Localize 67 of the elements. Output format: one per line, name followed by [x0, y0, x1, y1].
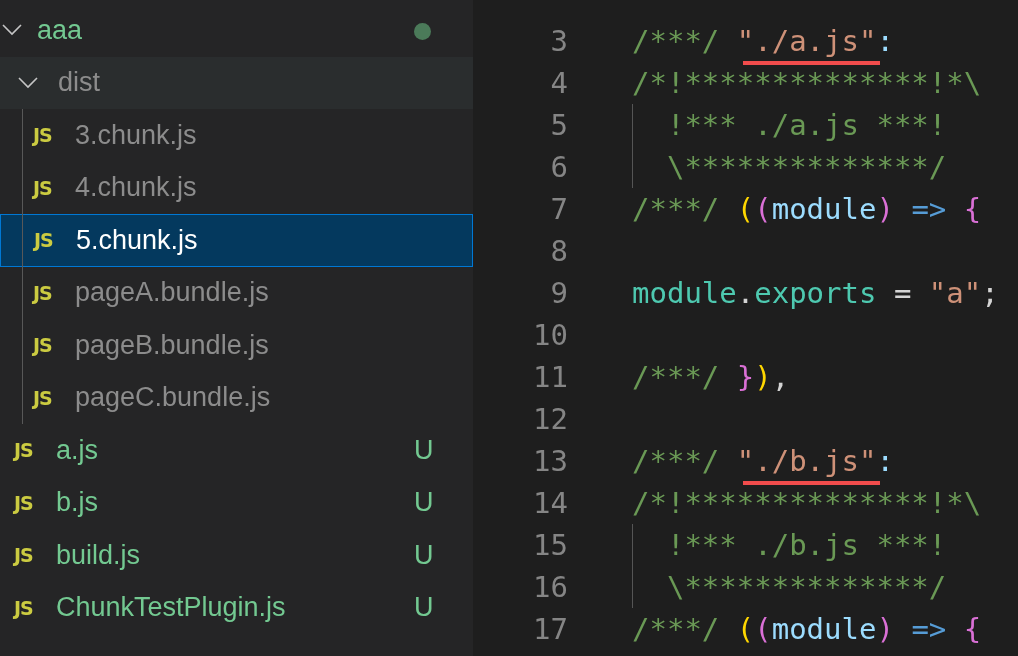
- file-name: b.js: [56, 487, 99, 519]
- chevron-down-icon[interactable]: [2, 24, 22, 37]
- folder-name: aaa: [37, 14, 83, 46]
- file-row[interactable]: JS pageB.bundle.js: [0, 319, 473, 372]
- js-file-icon: JS: [14, 544, 56, 567]
- js-file-icon: JS: [33, 124, 75, 147]
- code-line: /***/ ((module) => {: [632, 192, 982, 226]
- git-status: U: [414, 539, 434, 571]
- line-number: 12: [532, 402, 568, 436]
- js-file-icon: JS: [14, 491, 56, 514]
- code-line: /*!**************!*\: [632, 486, 982, 520]
- line-number: 14: [532, 486, 568, 520]
- file-name: 3.chunk.js: [75, 119, 197, 151]
- line-number: 6: [549, 150, 568, 184]
- file-row[interactable]: JS b.js U: [0, 476, 473, 529]
- line-number: 7: [549, 192, 568, 226]
- code-line: !*** ./a.js ***!: [665, 108, 947, 142]
- line-number: 17: [532, 612, 568, 646]
- line-number: 15: [532, 528, 568, 562]
- file-row[interactable]: JS 5.chunk.js: [0, 214, 473, 267]
- js-file-icon: JS: [14, 439, 56, 462]
- line-number: 5: [549, 108, 568, 142]
- js-file-icon: JS: [33, 176, 75, 199]
- line-number: 9: [549, 276, 568, 310]
- file-row[interactable]: JS ChunkTestPlugin.js U: [0, 581, 473, 634]
- folder-row[interactable]: dist: [0, 56, 473, 109]
- line-number: 10: [532, 318, 568, 352]
- js-file-icon: JS: [33, 386, 75, 409]
- js-file-icon: JS: [33, 334, 75, 357]
- file-name: 4.chunk.js: [75, 172, 197, 204]
- file-row[interactable]: JS 4.chunk.js: [0, 161, 473, 214]
- line-number: 3: [549, 24, 568, 58]
- js-file-icon: JS: [14, 596, 56, 619]
- code-line: \**************/: [665, 150, 947, 184]
- folder-row[interactable]: aaa: [0, 4, 473, 57]
- code-line: /***/ "./b.js":: [632, 444, 894, 478]
- line-number: 8: [549, 234, 568, 268]
- chevron-down-icon[interactable]: [18, 76, 38, 89]
- file-row[interactable]: JS 3.chunk.js: [0, 109, 473, 162]
- code-line: \**************/: [665, 570, 947, 604]
- js-file-icon: JS: [33, 281, 75, 304]
- folder-name: dist: [58, 67, 101, 99]
- file-name: pageB.bundle.js: [75, 329, 269, 361]
- code-line: !*** ./b.js ***!: [665, 528, 947, 562]
- file-name: pageC.bundle.js: [75, 382, 271, 414]
- file-name: pageA.bundle.js: [75, 277, 269, 309]
- git-status: U: [414, 592, 434, 624]
- code-line: module.exports = "a";: [632, 276, 999, 310]
- file-row[interactable]: JS pageA.bundle.js: [0, 266, 473, 319]
- code-line: /*!**************!*\: [632, 66, 982, 100]
- file-row[interactable]: JS a.js U: [0, 424, 473, 477]
- file-name: 5.chunk.js: [76, 224, 198, 256]
- file-row[interactable]: JS pageC.bundle.js: [0, 371, 473, 424]
- file-name: build.js: [56, 539, 141, 571]
- file-name: ChunkTestPlugin.js: [56, 592, 286, 624]
- code-line: /***/ "./a.js":: [632, 24, 894, 58]
- line-number: 4: [549, 66, 568, 100]
- code-line: /***/ ((module) => {: [632, 612, 982, 646]
- line-number: 16: [532, 570, 568, 604]
- js-file-icon: JS: [34, 229, 76, 252]
- file-name: a.js: [56, 434, 99, 466]
- git-status: U: [414, 434, 434, 466]
- line-number: 13: [532, 444, 568, 478]
- file-row[interactable]: JS build.js U: [0, 529, 473, 582]
- git-status: U: [414, 487, 434, 519]
- code-line: /***/ }),: [632, 360, 790, 394]
- line-number: 11: [532, 360, 568, 394]
